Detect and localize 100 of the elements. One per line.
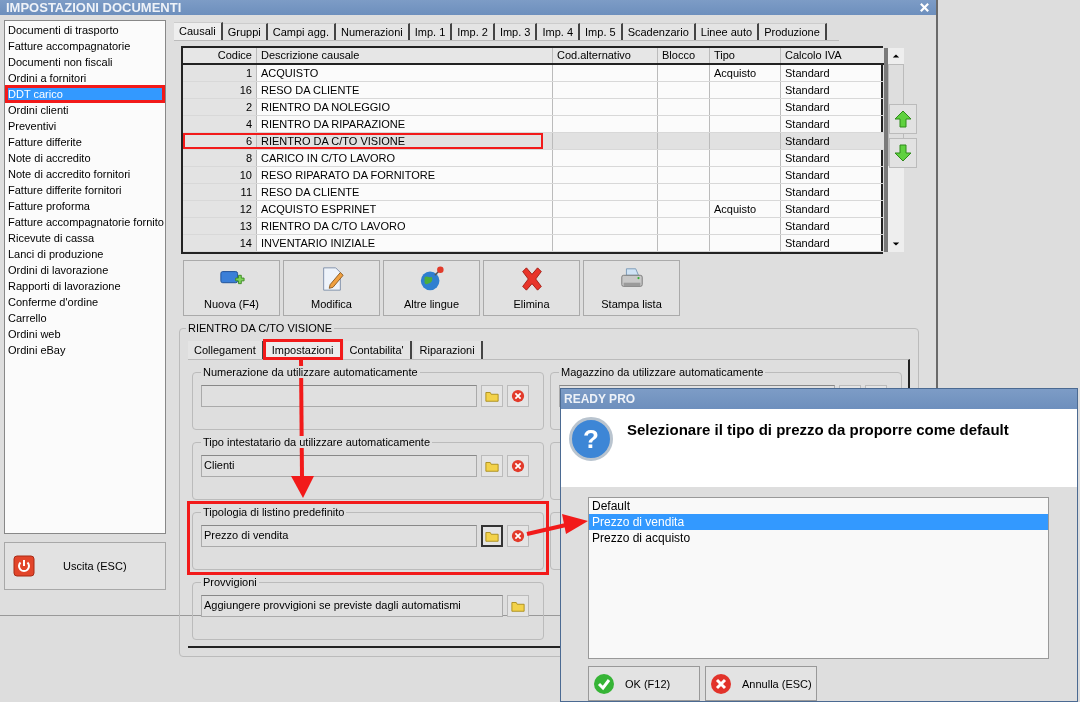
table-cell: 2 [183, 99, 257, 115]
tab[interactable]: Contabilita' [343, 341, 412, 359]
input-field[interactable] [201, 385, 477, 407]
dialog-button[interactable]: Annulla (ESC) [705, 666, 817, 701]
tab[interactable]: Imp. 4 [537, 23, 581, 40]
action-button[interactable]: Altre lingue [383, 260, 480, 316]
clear-button[interactable] [507, 385, 529, 407]
document-type-item[interactable]: Documenti non fiscali [7, 54, 163, 70]
action-button[interactable]: Modifica [283, 260, 380, 316]
clear-icon [511, 459, 525, 473]
move-down-button[interactable] [889, 138, 917, 168]
document-type-item[interactable]: Ordini eBay [7, 342, 163, 358]
table-cell-text: Standard [784, 151, 831, 166]
exit-button[interactable]: Uscita (ESC) [4, 542, 166, 590]
close-icon[interactable] [919, 2, 930, 13]
table-cell-text: Standard [784, 134, 831, 149]
table-row[interactable]: 2 RIENTRO DA NOLEGGIO Standard [183, 99, 884, 116]
table-cell-text: Standard [784, 168, 831, 183]
tab[interactable]: Impostazioni [265, 341, 342, 359]
input-field[interactable]: Clienti [201, 455, 477, 477]
tab[interactable]: Campi agg. [267, 23, 336, 40]
table-cell: Acquisto [710, 201, 781, 217]
document-type-item[interactable]: Ordini clienti [7, 102, 163, 118]
document-type-item[interactable]: Fatture proforma [7, 198, 163, 214]
tab[interactable]: Imp. 3 [494, 23, 538, 40]
scroll-up-icon[interactable] [892, 52, 900, 60]
table-cell: 8 [183, 150, 257, 166]
document-type-item[interactable]: Carrello [7, 310, 163, 326]
up-arrow-icon [893, 109, 913, 129]
table-cell: RIENTRO DA C/TO VISIONE [257, 133, 553, 149]
input-field[interactable]: Aggiungere provvigioni se previste dagli automatismi [201, 595, 503, 617]
action-button[interactable]: Stampa lista [583, 260, 680, 316]
document-type-item[interactable]: Ricevute di cassa [7, 230, 163, 246]
table-cell: 13 [183, 218, 257, 234]
document-type-item[interactable]: Ordini di lavorazione [7, 262, 163, 278]
input-field[interactable]: Prezzo di vendita [201, 525, 477, 547]
document-type-item[interactable]: Fatture accompagnatorie [7, 38, 163, 54]
option-item[interactable]: Prezzo di acquisto [589, 530, 1048, 546]
tab[interactable]: Scadenzario [622, 23, 696, 40]
document-type-item[interactable]: Fatture accompagnatorie fornito [7, 214, 163, 230]
browse-button[interactable] [481, 525, 503, 547]
table-cell: CARICO IN C/TO LAVORO [257, 150, 553, 166]
table-cell: RIENTRO DA RIPARAZIONE [257, 116, 553, 132]
table-row[interactable]: 13 RIENTRO DA C/TO LAVORO Standard [183, 218, 884, 235]
folder-icon [485, 529, 499, 543]
document-type-item[interactable]: Rapporti di lavorazione [7, 278, 163, 294]
document-type-item[interactable]: Note di accredito [7, 150, 163, 166]
table-row[interactable]: 10 RESO RIPARATO DA FORNITORE Standard [183, 167, 884, 184]
tab[interactable]: Numerazioni [336, 23, 410, 40]
field-label: Provvigioni [201, 576, 259, 588]
table-cell: RIENTRO DA C/TO LAVORO [257, 218, 553, 234]
scroll-down-icon[interactable] [892, 240, 900, 248]
document-type-item[interactable]: Ordini a fornitori [7, 70, 163, 86]
document-type-item[interactable]: Lanci di produzione [7, 246, 163, 262]
tab[interactable]: Linee auto [695, 23, 760, 40]
clear-icon [511, 529, 525, 543]
column-header[interactable]: Descrizione causale [257, 48, 553, 63]
tab[interactable]: Gruppi [222, 23, 268, 40]
column-header[interactable]: Tipo [710, 48, 781, 63]
table-cell: Acquisto [710, 65, 781, 81]
check-icon [593, 672, 615, 695]
tab[interactable]: Collegament [188, 341, 264, 359]
document-type-item[interactable]: Conferme d'ordine [7, 294, 163, 310]
action-button[interactable]: Elimina [483, 260, 580, 316]
table-row[interactable]: 1 ACQUISTO Acquisto Standard [183, 65, 884, 82]
document-type-item[interactable]: Note di accredito fornitori [7, 166, 163, 182]
tab[interactable]: Riparazioni [413, 341, 483, 359]
table-cell: 12 [183, 201, 257, 217]
question-icon: ? [569, 417, 613, 461]
dialog-button[interactable]: OK (F12) [588, 666, 700, 701]
table-row[interactable]: 8 CARICO IN C/TO LAVORO Standard [183, 150, 884, 167]
document-type-item[interactable]: Fatture differite [7, 134, 163, 150]
tab[interactable]: Causali [174, 22, 223, 40]
column-header[interactable]: Calcolo IVA [781, 48, 884, 63]
table-row[interactable]: 6 RIENTRO DA C/TO VISIONE Standard [183, 133, 884, 150]
table-row[interactable]: 12 ACQUISTO ESPRINET Acquisto Standard [183, 201, 884, 218]
document-type-item[interactable]: Fatture differite fornitori [7, 182, 163, 198]
document-type-item[interactable]: Documenti di trasporto [7, 22, 163, 38]
table-row[interactable]: 14 INVENTARIO INIZIALE Standard [183, 235, 884, 252]
folder-icon [485, 389, 499, 403]
document-type-item[interactable]: Ordini web [7, 326, 163, 342]
tab[interactable]: Produzione [759, 23, 827, 40]
column-header[interactable]: Cod.alternativo [553, 48, 658, 63]
move-up-button[interactable] [889, 104, 917, 134]
document-type-item[interactable]: Preventivi [7, 118, 163, 134]
globe-pin-icon [418, 266, 445, 292]
option-item[interactable]: Default [589, 498, 1048, 514]
column-header[interactable]: Blocco [658, 48, 710, 63]
tab[interactable]: Imp. 2 [452, 23, 495, 40]
tab[interactable]: Imp. 1 [409, 23, 453, 40]
action-button[interactable]: Nuova (F4) [183, 260, 280, 316]
table-row[interactable]: 11 RESO DA CLIENTE Standard [183, 184, 884, 201]
table-row[interactable]: 16 RESO DA CLIENTE Standard [183, 82, 884, 99]
table-cell-text: Standard [784, 202, 831, 217]
table-cell-text: Standard [784, 100, 831, 115]
table-cell: 10 [183, 167, 257, 183]
table-cell-text: Standard [784, 117, 831, 132]
clear-button[interactable] [507, 455, 529, 477]
table-cell: ACQUISTO ESPRINET [257, 201, 553, 217]
tab[interactable]: Imp. 5 [580, 23, 623, 40]
